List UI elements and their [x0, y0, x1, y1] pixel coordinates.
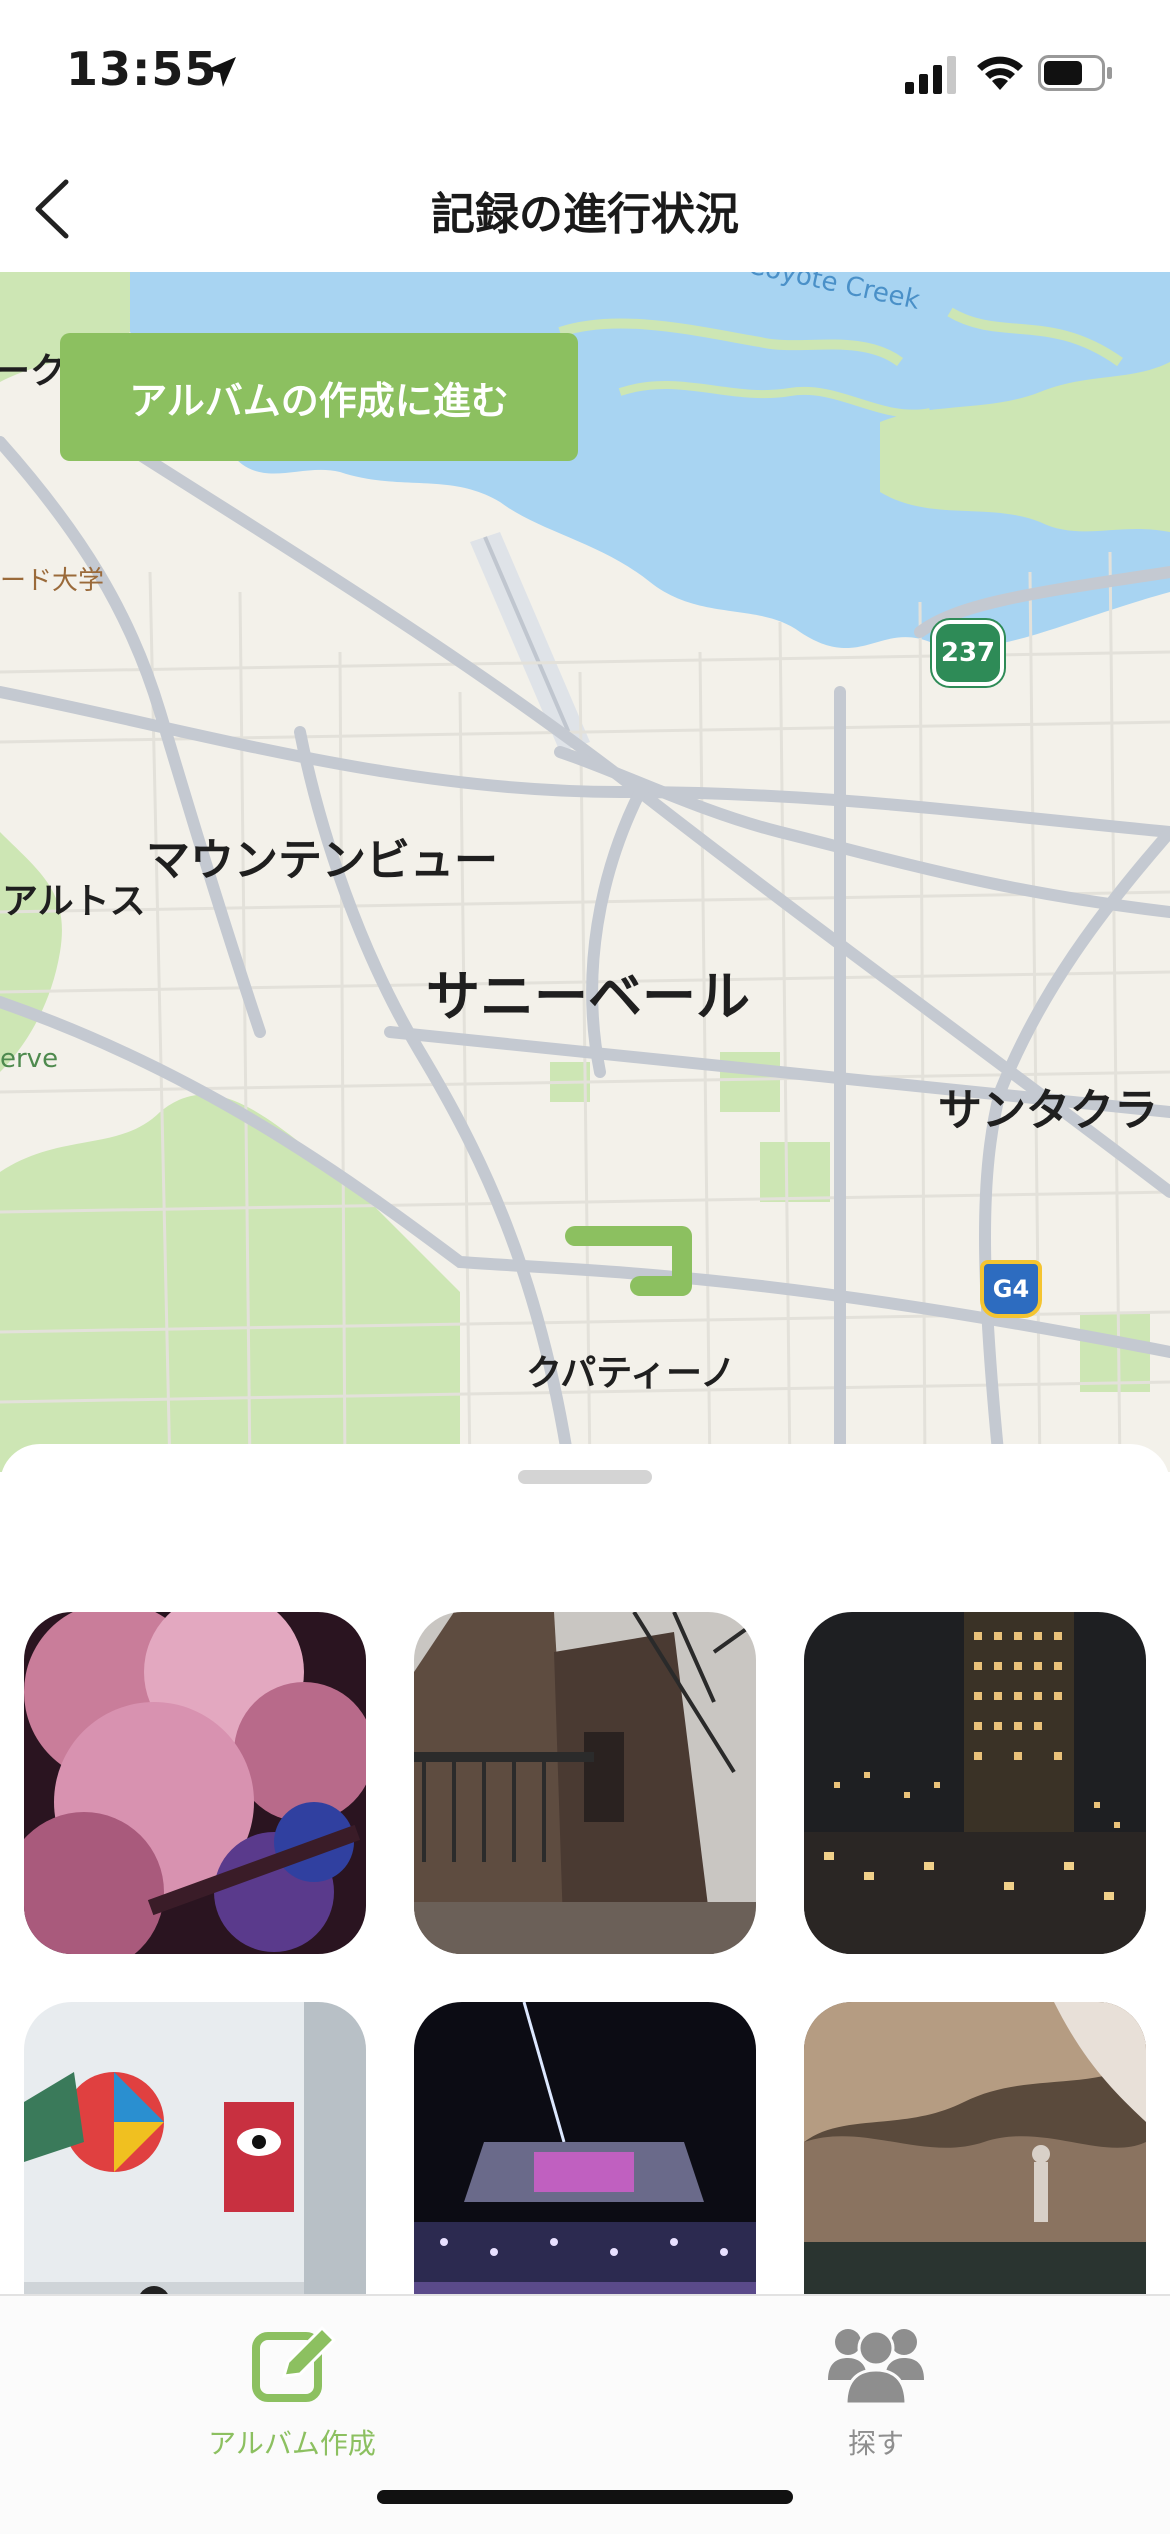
- route-g4-shield: G4: [980, 1260, 1042, 1318]
- cathedral-photo[interactable]: [414, 1612, 756, 1954]
- map-label-university: ード大学: [0, 566, 105, 596]
- tab-album-create-label: アルバム作成: [208, 2427, 376, 2460]
- sheet-handle[interactable]: [518, 1470, 652, 1484]
- tab-search-label: 探す: [847, 2427, 904, 2460]
- proceed-to-album-button[interactable]: アルバムの作成に進む: [60, 333, 578, 461]
- map-label-mountain-view: マウンテンビュー: [146, 835, 498, 886]
- map-label-sunnyvale: サニーベール: [426, 965, 750, 1028]
- status-time: 13:55: [66, 42, 218, 96]
- cave-photo[interactable]: [804, 2002, 1146, 2344]
- page-title: 記録の進行状況: [431, 189, 739, 240]
- tab-search[interactable]: 探す: [726, 2314, 1026, 2462]
- navigation-bar: 記録の進行状況: [0, 150, 1170, 272]
- tab-album-create[interactable]: アルバム作成: [142, 2314, 442, 2462]
- location-arrow-icon: [206, 57, 236, 87]
- gallery-art-photo[interactable]: [24, 2002, 366, 2344]
- photo-sheet: [0, 1444, 1170, 2344]
- home-indicator: [377, 2490, 793, 2504]
- map-label-santa-clara: サンタクラ: [938, 1085, 1158, 1136]
- city-night-photo[interactable]: [804, 1612, 1146, 1954]
- map-label-cupertino: クパティーノ: [526, 1353, 736, 1394]
- map-label-preserve: erve: [0, 1044, 59, 1074]
- cellular-signal-icon: [905, 56, 956, 94]
- route-237-shield: 237: [932, 620, 1004, 686]
- cherry-blossoms-photo[interactable]: [24, 1612, 366, 1954]
- edit-square-icon: [252, 2325, 337, 2402]
- people-group-icon: [828, 2329, 924, 2406]
- night-event-photo[interactable]: [414, 2002, 756, 2344]
- wifi-icon: [977, 56, 1023, 90]
- map-label-los-altos: アルトス: [2, 881, 146, 922]
- battery-icon: [1038, 55, 1112, 91]
- map-label-partial: ーク: [0, 351, 67, 392]
- status-bar: 13:55: [0, 0, 1170, 150]
